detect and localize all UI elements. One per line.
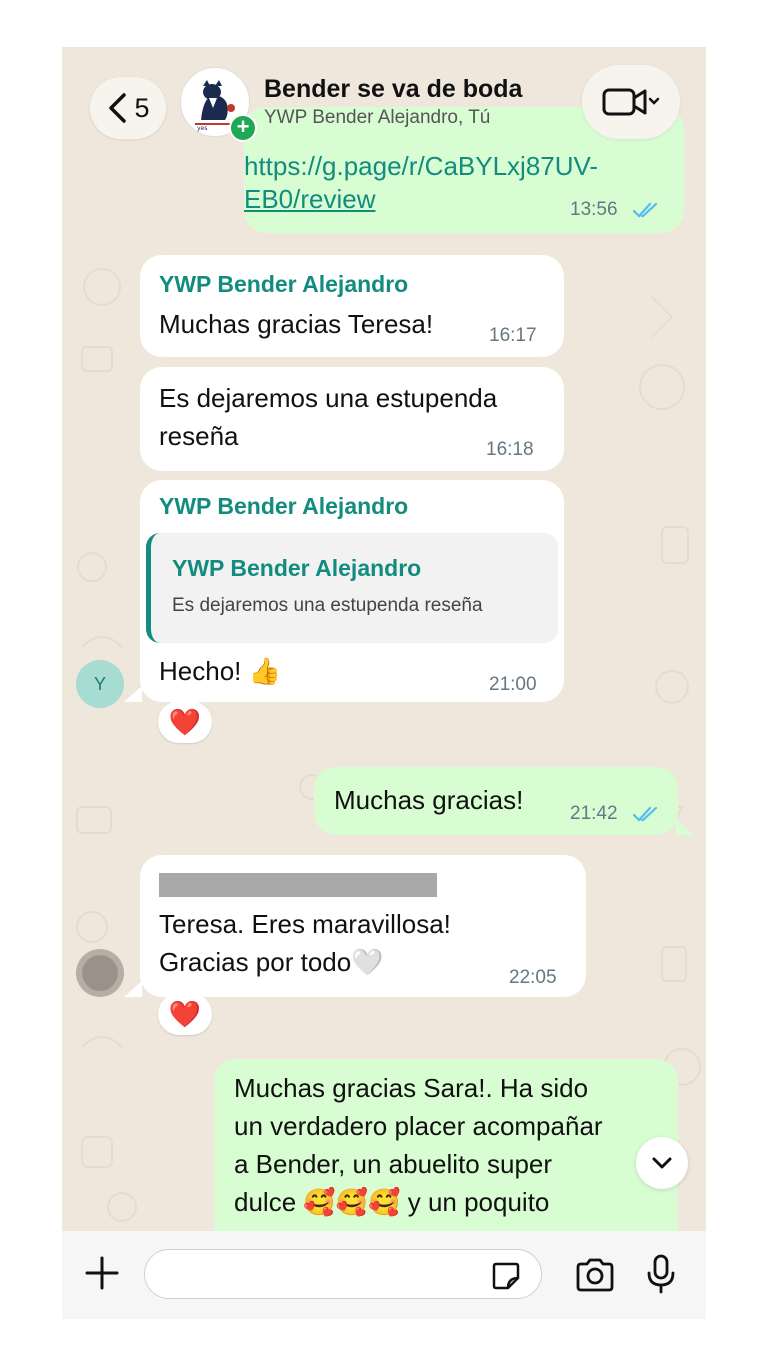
avatar-letter: Y <box>93 673 106 694</box>
sticker-icon[interactable] <box>490 1260 522 1292</box>
chevron-down-icon <box>652 1157 672 1169</box>
message-text: Hecho! 👍 <box>159 656 281 686</box>
reaction-badge[interactable]: ❤️ <box>158 993 212 1035</box>
blurred-photo <box>82 955 118 991</box>
reaction-badge[interactable]: ❤️ <box>158 701 212 743</box>
bubble-tail <box>676 819 694 835</box>
sender-avatar-photo[interactable] <box>76 949 124 997</box>
read-receipt-icon <box>632 806 658 822</box>
chat-screen: 5 yes + Bender se va de boda YWP Bender … <box>62 47 706 1319</box>
bubble-tail <box>124 981 142 997</box>
chat-participants[interactable]: YWP Bender Alejandro, Tú <box>264 107 490 129</box>
message-input[interactable] <box>144 1249 542 1299</box>
sender-avatar[interactable]: Y <box>76 660 124 708</box>
camera-icon[interactable] <box>574 1257 616 1293</box>
microphone-icon[interactable] <box>646 1253 676 1295</box>
video-camera-icon <box>602 88 660 116</box>
review-link-line-2[interactable]: EB0/review <box>244 180 376 218</box>
chat-title[interactable]: Bender se va de boda <box>264 75 522 104</box>
message-text-line-3: a Bender, un abuelito super <box>234 1149 553 1179</box>
heart-reaction-icon: ❤️ <box>168 998 202 1029</box>
group-avatar[interactable]: yes + <box>180 67 257 142</box>
sender-name[interactable]: YWP Bender Alejandro <box>159 493 408 520</box>
read-receipt-icon <box>632 202 658 218</box>
message-bubble-outgoing[interactable]: Muchas gracias Sara!. Ha sido un verdade… <box>214 1059 678 1259</box>
message-text-line-1: Muchas gracias Sara!. Ha sido <box>234 1073 589 1103</box>
svg-text:yes: yes <box>197 125 207 132</box>
message-text-line-2: reseña <box>159 421 239 451</box>
message-time: 16:18 <box>486 439 534 460</box>
composer-bar <box>62 1231 706 1319</box>
quoted-text: Es dejaremos una estupenda reseña <box>172 595 483 616</box>
message-time: 21:42 <box>570 803 618 824</box>
message-time: 22:05 <box>509 967 557 988</box>
message-bubble-incoming[interactable]: Teresa. Eres maravillosa! Gracias por to… <box>140 855 586 997</box>
plus-icon[interactable] <box>84 1255 120 1291</box>
back-button[interactable]: 5 <box>90 77 166 139</box>
sender-name[interactable]: YWP Bender Alejandro <box>159 271 408 298</box>
heart-reaction-icon: ❤️ <box>168 706 202 737</box>
message-text: Muchas gracias Teresa! <box>159 309 434 339</box>
quoted-sender-name: YWP Bender Alejandro <box>172 555 422 581</box>
message-text-line-1: Teresa. Eres maravillosa! <box>159 909 451 939</box>
message-text: Muchas gracias! <box>334 785 524 815</box>
message-bubble-incoming[interactable]: Es dejaremos una estupenda reseña 16:18 <box>140 367 564 471</box>
message-time: 16:17 <box>489 325 537 346</box>
video-call-button[interactable] <box>582 65 680 139</box>
message-time: 21:00 <box>489 674 537 695</box>
message-text-line-2: Gracias por todo🤍 <box>159 947 384 977</box>
message-text-line-4: dulce 🥰🥰🥰 y un poquito <box>234 1187 550 1217</box>
message-bubble-incoming[interactable]: YWP Bender Alejandro Muchas gracias Tere… <box>140 255 564 357</box>
redacted-sender-name <box>159 873 437 897</box>
message-bubble-incoming[interactable]: YWP Bender Alejandro YWP Bender Alejandr… <box>140 480 564 702</box>
scroll-to-bottom-button[interactable] <box>636 1137 688 1189</box>
message-bubble-outgoing[interactable]: Muchas gracias! 21:42 <box>314 767 678 835</box>
message-time: 13:56 <box>570 199 618 220</box>
unread-count: 5 <box>134 92 150 123</box>
bubble-tail <box>124 686 142 702</box>
quoted-message[interactable]: YWP Bender Alejandro Es dejaremos una es… <box>146 533 558 643</box>
message-text-line-2: un verdadero placer acompañar <box>234 1111 603 1141</box>
add-badge-icon: + <box>229 114 257 142</box>
chat-header: 5 yes + Bender se va de boda YWP Bender … <box>62 47 706 155</box>
message-text-line-1: Es dejaremos una estupenda <box>159 383 498 413</box>
chevron-left-icon <box>109 93 127 123</box>
